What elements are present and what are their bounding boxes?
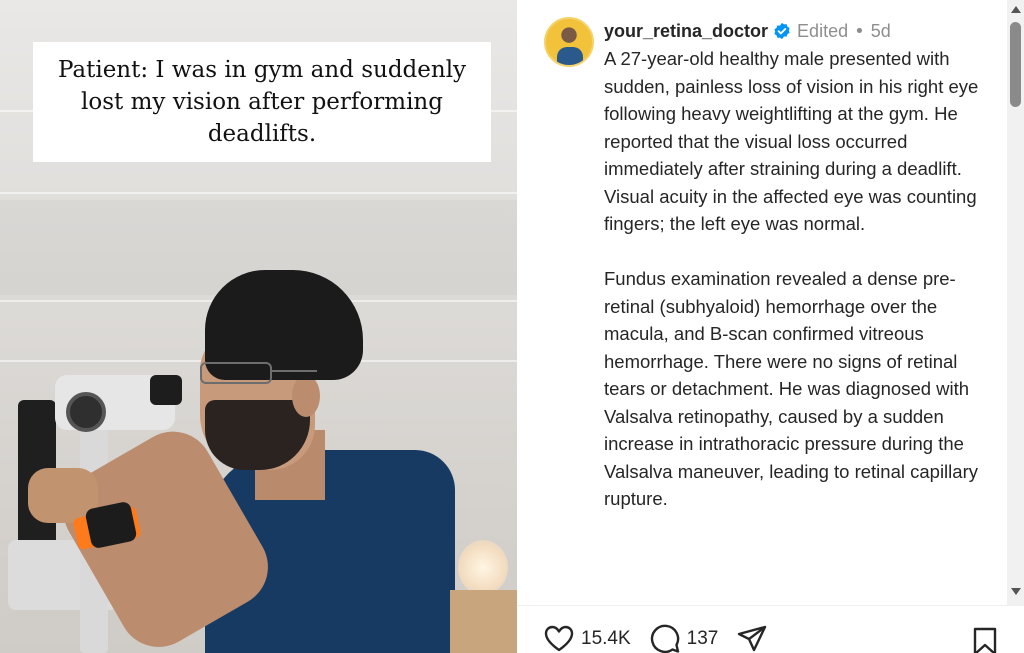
doctor-ear <box>292 375 320 417</box>
caption-paragraph: Fundus examination revealed a dense pre-… <box>604 268 978 509</box>
doctor-glasses <box>200 362 272 384</box>
media-caption-box: Patient: I was in gym and suddenly lost … <box>33 42 491 162</box>
comment-count[interactable]: 137 <box>687 628 719 650</box>
like-count[interactable]: 15.4K <box>581 628 631 650</box>
media-caption-text: Patient: I was in gym and suddenly lost … <box>57 57 467 147</box>
scroll-down-arrow-icon[interactable] <box>1011 588 1021 595</box>
scroll-up-arrow-icon[interactable] <box>1011 6 1021 13</box>
scrollbar[interactable] <box>1007 0 1024 605</box>
caption-scroll-area[interactable]: your_retina_doctor Edited • 5d A 27-year… <box>517 0 1007 605</box>
share-icon <box>738 625 767 652</box>
desk <box>450 590 517 653</box>
post-header: your_retina_doctor Edited • 5d <box>604 18 891 44</box>
comment-button[interactable]: 137 <box>649 623 719 653</box>
slit-lamp-eyepiece <box>150 375 182 405</box>
verified-badge-icon <box>774 22 790 40</box>
heart-icon <box>544 625 574 652</box>
post-details-panel: your_retina_doctor Edited • 5d A 27-year… <box>517 0 1024 653</box>
like-button[interactable]: 15.4K <box>543 623 631 653</box>
avatar[interactable] <box>544 17 594 67</box>
comment-icon <box>650 624 679 653</box>
wall-panel-line <box>0 192 517 194</box>
edited-label: Edited <box>797 20 849 41</box>
bookmark-icon[interactable] <box>971 626 999 653</box>
candle-light <box>458 540 508 595</box>
post-caption: A 27-year-old healthy male presented wit… <box>604 45 984 513</box>
post-age[interactable]: 5d <box>871 21 891 42</box>
caption-paragraph: A 27-year-old healthy male presented wit… <box>604 48 979 234</box>
username-link[interactable]: your_retina_doctor <box>604 21 768 42</box>
share-button[interactable] <box>736 623 768 653</box>
post-media[interactable]: Patient: I was in gym and suddenly lost … <box>0 0 517 653</box>
avatar-figure <box>557 47 583 65</box>
post-actions: 15.4K 137 <box>543 624 786 653</box>
actions-divider <box>517 605 1024 606</box>
scrollbar-thumb[interactable] <box>1010 22 1021 107</box>
separator-dot: • <box>854 20 865 42</box>
doctor-glasses-arm <box>272 370 317 372</box>
slit-lamp-knob <box>66 392 106 432</box>
